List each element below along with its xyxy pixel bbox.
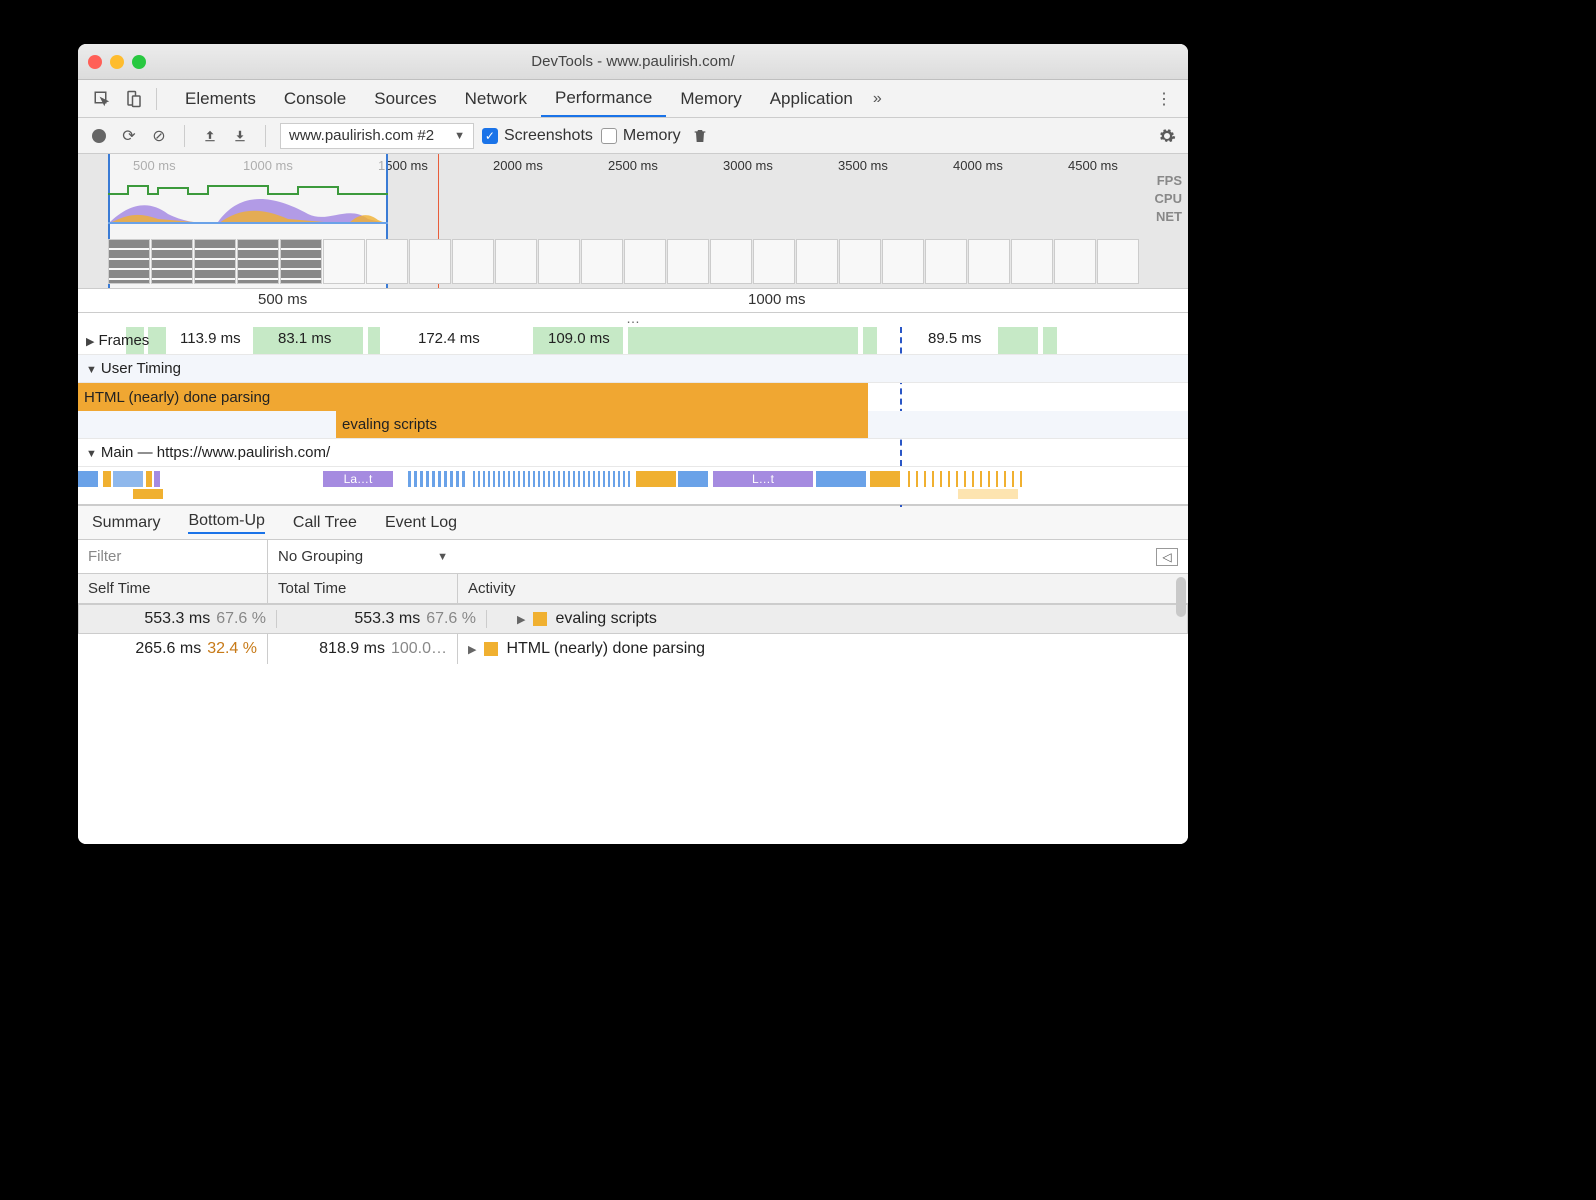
col-total-time[interactable]: Total Time [268, 574, 458, 603]
table-row[interactable]: 553.3 ms67.6 % 553.3 ms67.6 % ▶evaling s… [78, 604, 1188, 634]
gear-icon[interactable] [1156, 125, 1178, 147]
col-activity[interactable]: Activity [458, 574, 1188, 603]
recording-select[interactable]: www.paulirish.com #2 ▼ [280, 123, 474, 149]
download-icon[interactable] [229, 125, 251, 147]
inspect-icon[interactable] [92, 89, 112, 109]
memory-label: Memory [623, 127, 681, 145]
expand-arrow-icon[interactable]: ▼ [86, 448, 97, 460]
user-timing-track[interactable]: ▼ User Timing [78, 355, 1188, 383]
bottom-up-table: Self Time Total Time Activity 553.3 ms67… [78, 574, 1188, 844]
more-tabs-icon[interactable]: » [873, 90, 882, 108]
panel-tabs: Elements Console Sources Network Perform… [171, 80, 882, 117]
filter-input[interactable]: Filter [78, 540, 268, 573]
chevron-down-icon: ▼ [454, 130, 465, 142]
tab-call-tree[interactable]: Call Tree [293, 514, 357, 532]
expand-arrow-icon[interactable]: ▶ [517, 613, 525, 626]
activity-chip-icon [484, 642, 498, 656]
separator [184, 125, 185, 147]
main-flamechart[interactable]: La…t L…t [78, 467, 1188, 505]
frames-track[interactable]: ▶Frames 113.9 ms 83.1 ms 172.4 ms 109.0 … [78, 327, 1188, 355]
separator [156, 88, 157, 110]
detail-tabs: Summary Bottom-Up Call Tree Event Log [78, 506, 1188, 540]
expand-arrow-icon[interactable]: ▶ [86, 336, 94, 348]
tab-memory[interactable]: Memory [666, 80, 755, 117]
panel-tabbar: Elements Console Sources Network Perform… [78, 80, 1188, 118]
expand-arrow-icon[interactable]: ▼ [86, 364, 97, 376]
tab-application[interactable]: Application [756, 80, 867, 117]
tab-sources[interactable]: Sources [360, 80, 450, 117]
perf-toolbar: ⟳ ⊘ www.paulirish.com #2 ▼ ✓ Screenshots… [78, 118, 1188, 154]
tab-network[interactable]: Network [451, 80, 541, 117]
tab-performance[interactable]: Performance [541, 80, 666, 117]
tab-summary[interactable]: Summary [92, 514, 160, 532]
record-button[interactable] [88, 125, 110, 147]
collapse-button[interactable]: ◁ [1156, 548, 1178, 566]
separator [265, 125, 266, 147]
titlebar: DevTools - www.paulirish.com/ [78, 44, 1188, 80]
overview-screenshots [108, 239, 1182, 284]
col-self-time[interactable]: Self Time [78, 574, 268, 603]
memory-checkbox[interactable]: Memory [601, 127, 681, 145]
table-header: Self Time Total Time Activity [78, 574, 1188, 604]
flamechart-tracks[interactable]: ▶Frames 113.9 ms 83.1 ms 172.4 ms 109.0 … [78, 327, 1188, 506]
tab-console[interactable]: Console [270, 80, 360, 117]
upload-icon[interactable] [199, 125, 221, 147]
reload-icon[interactable]: ⟳ [118, 125, 140, 147]
activity-name: HTML (nearly) done parsing [506, 640, 705, 658]
tab-event-log[interactable]: Event Log [385, 514, 457, 532]
chevron-down-icon: ▼ [437, 551, 448, 563]
device-icon[interactable] [124, 89, 144, 109]
frames-label: Frames [98, 332, 149, 349]
checkbox-icon: ✓ [482, 128, 498, 144]
user-timing-bar[interactable]: evaling scripts [78, 411, 1188, 439]
overview-lane-labels: FPS CPU NET [1155, 172, 1182, 226]
screenshots-checkbox[interactable]: ✓ Screenshots [482, 127, 593, 145]
clear-icon[interactable]: ⊘ [148, 125, 170, 147]
filter-row: Filter No Grouping ▼ ◁ [78, 540, 1188, 574]
user-timing-bar[interactable]: HTML (nearly) done parsing [78, 383, 1188, 411]
user-timing-label: User Timing [101, 360, 181, 377]
timeline-overview[interactable]: 500 ms 1000 ms 1500 ms 2000 ms 2500 ms 3… [78, 154, 1188, 289]
grouping-select[interactable]: No Grouping ▼ [268, 540, 458, 573]
main-label: Main — https://www.paulirish.com/ [101, 444, 330, 461]
tab-elements[interactable]: Elements [171, 80, 270, 117]
activity-name: evaling scripts [555, 610, 656, 628]
expand-arrow-icon[interactable]: ▶ [468, 643, 476, 656]
table-row[interactable]: 265.6 ms32.4 % 818.9 ms100.0… ▶HTML (nea… [78, 634, 1188, 664]
devtools-window: DevTools - www.paulirish.com/ Elements C… [78, 44, 1188, 844]
checkbox-icon [601, 128, 617, 144]
tab-bottom-up[interactable]: Bottom-Up [188, 512, 264, 534]
activity-chip-icon [533, 612, 547, 626]
flamechart-ruler[interactable]: 500 ms 1000 ms [78, 289, 1188, 313]
kebab-icon[interactable]: ⋮ [1154, 89, 1174, 109]
overview-cpu-chart [108, 184, 388, 224]
recording-select-value: www.paulirish.com #2 [289, 127, 434, 144]
scrollbar[interactable] [1176, 577, 1186, 617]
main-track-header[interactable]: ▼ Main — https://www.paulirish.com/ [78, 439, 1188, 467]
window-title: DevTools - www.paulirish.com/ [78, 53, 1188, 70]
screenshots-label: Screenshots [504, 127, 593, 145]
collapsed-indicator: … [78, 313, 1188, 327]
trash-icon[interactable] [689, 125, 711, 147]
